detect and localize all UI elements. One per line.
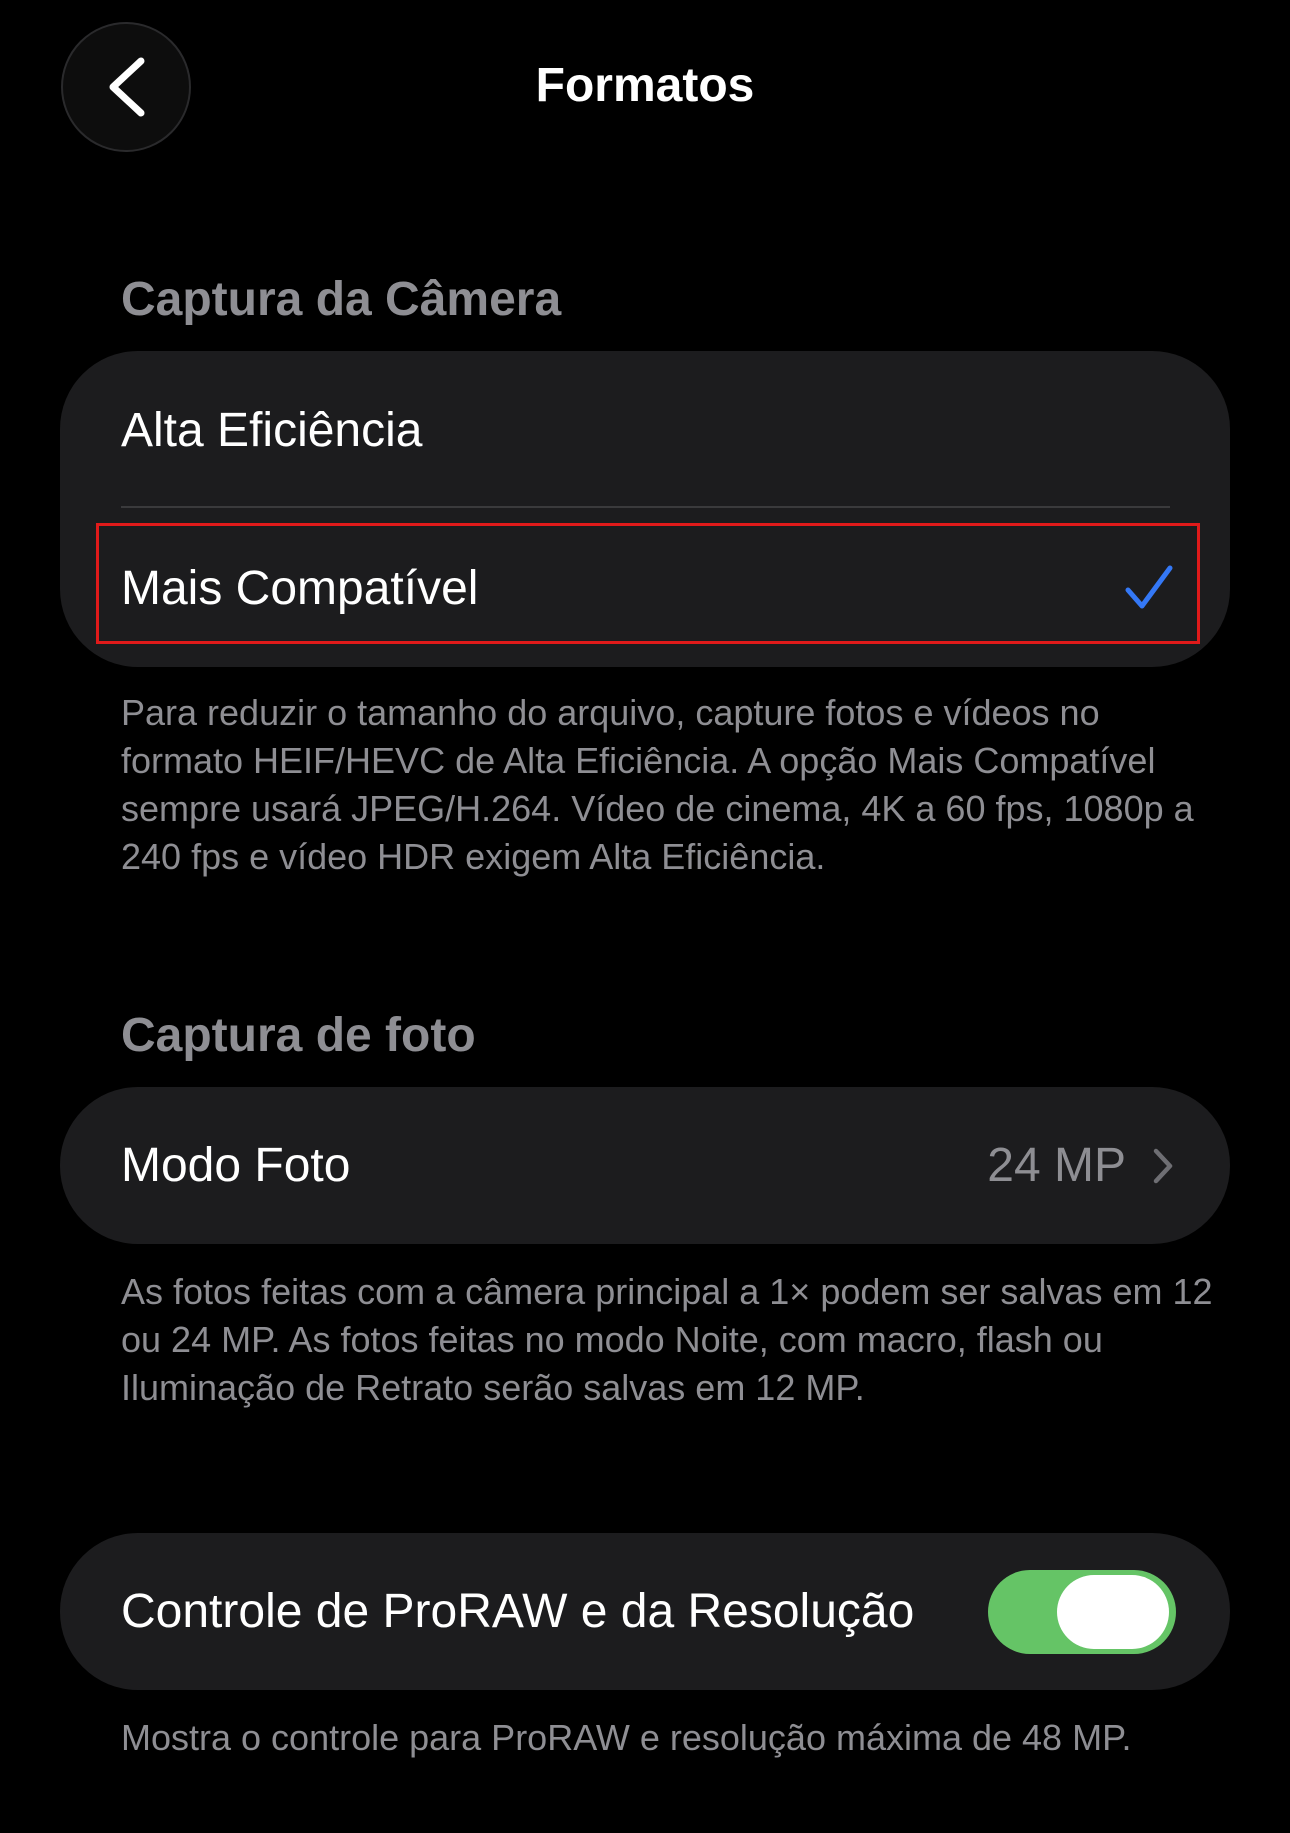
proraw-label: Controle de ProRAW e da Resolução bbox=[121, 1585, 915, 1638]
proraw-row: Controle de ProRAW e da Resolução bbox=[60, 1533, 1230, 1690]
row-separator bbox=[121, 506, 1170, 508]
photo-capture-footer: As fotos feitas com a câmera principal a… bbox=[121, 1271, 1213, 1408]
photo-capture-card: Modo Foto 24 MP bbox=[60, 1087, 1230, 1244]
camera-capture-footer: Para reduzir o tamanho do arquivo, captu… bbox=[121, 692, 1194, 877]
camera-capture-header: Captura da Câmera bbox=[121, 273, 562, 326]
photo-mode-value: 24 MP bbox=[987, 1139, 1126, 1192]
proraw-footer: Mostra o controle para ProRAW e resoluçã… bbox=[121, 1717, 1132, 1758]
page-title: Formatos bbox=[535, 59, 755, 112]
chevron-right-icon bbox=[1152, 1147, 1174, 1185]
checkmark-icon bbox=[1124, 563, 1174, 613]
option-high-efficiency[interactable]: Alta Eficiência bbox=[60, 351, 1230, 509]
formats-settings-page: Formatos Captura da Câmera Alta Eficiênc… bbox=[0, 0, 1290, 1833]
proraw-toggle[interactable] bbox=[988, 1569, 1176, 1654]
option-most-compatible[interactable]: Mais Compatível bbox=[60, 509, 1230, 667]
toggle-knob bbox=[1057, 1574, 1169, 1649]
proraw-card: Controle de ProRAW e da Resolução bbox=[60, 1533, 1230, 1690]
photo-mode-row[interactable]: Modo Foto 24 MP bbox=[60, 1087, 1230, 1244]
photo-capture-header: Captura de foto bbox=[121, 1009, 476, 1062]
option-most-compatible-label: Mais Compatível bbox=[121, 561, 479, 615]
photo-mode-label: Modo Foto bbox=[121, 1139, 351, 1192]
camera-capture-card: Alta Eficiência Mais Compatível bbox=[60, 351, 1230, 667]
option-high-efficiency-label: Alta Eficiência bbox=[121, 403, 423, 457]
